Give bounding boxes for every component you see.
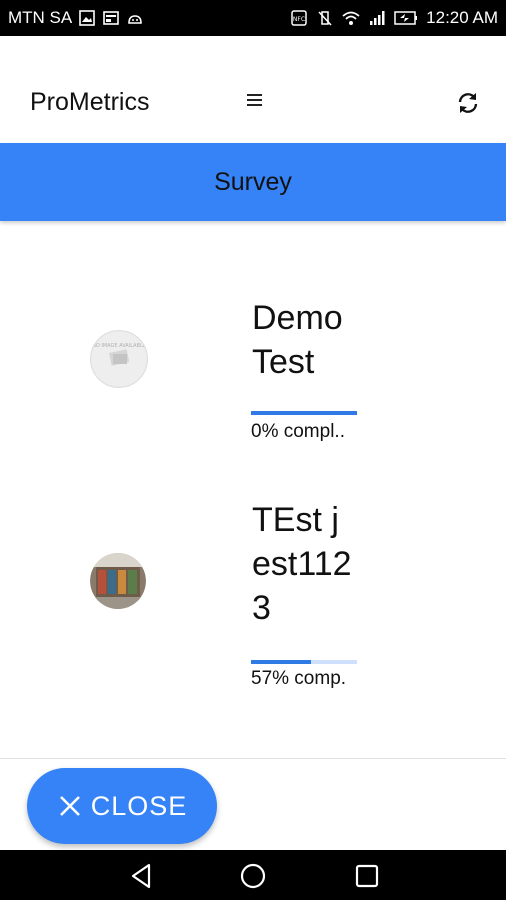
close-button[interactable]: CLOSE xyxy=(27,768,217,844)
vibrate-off-icon xyxy=(316,9,334,27)
wifi-icon xyxy=(342,9,360,27)
home-icon[interactable] xyxy=(239,862,267,890)
status-left: MTN SA xyxy=(8,8,144,28)
survey-name: Demo Test xyxy=(252,299,343,381)
signal-icon xyxy=(368,9,386,27)
app-screen: MTN SA NFC 12:20 AM ProMetrics Survey NO… xyxy=(0,0,506,900)
survey-name: TEst jest1123 xyxy=(252,501,352,627)
progress-label: 0% compl.. xyxy=(251,421,345,442)
battery-icon xyxy=(394,9,418,27)
progress-label: 57% comp. xyxy=(251,668,347,689)
menu-icon[interactable] xyxy=(240,89,268,113)
survey-progress-bar xyxy=(251,660,357,664)
survey-list-item[interactable]: NO IMAGE AVAILABLE Demo Test 0% compl.. xyxy=(0,290,506,460)
svg-text:NFC: NFC xyxy=(293,16,305,23)
banner-title: Survey xyxy=(214,167,292,196)
progress-fill xyxy=(251,660,312,664)
no-image-thumbnail: NO IMAGE AVAILABLE xyxy=(90,330,148,388)
carrier-label: MTN SA xyxy=(8,8,73,27)
survey-banner: Survey xyxy=(0,143,506,221)
close-icon xyxy=(59,796,80,816)
nfc-icon: NFC xyxy=(290,9,308,27)
android-icon xyxy=(126,9,144,27)
app-title: ProMetrics xyxy=(30,88,150,116)
store-photo-thumbnail xyxy=(90,553,146,609)
close-label: CLOSE xyxy=(90,790,188,821)
refresh-icon[interactable] xyxy=(455,90,481,116)
app-header: ProMetrics xyxy=(0,36,506,143)
navigation-bar xyxy=(0,850,506,900)
bottom-bar: CLOSE xyxy=(0,758,506,851)
recents-icon[interactable] xyxy=(353,862,381,890)
survey-list-item[interactable]: TEst jest1123 57% comp. xyxy=(0,498,506,698)
back-icon[interactable] xyxy=(128,862,156,890)
svg-text:NO IMAGE AVAILABLE: NO IMAGE AVAILABLE xyxy=(92,343,146,349)
status-bar: MTN SA NFC 12:20 AM xyxy=(0,0,506,36)
status-right: NFC 12:20 AM xyxy=(290,8,498,28)
clock: 12:20 AM xyxy=(426,8,498,27)
survey-progress-bar xyxy=(251,411,357,415)
gallery-icon xyxy=(78,9,96,27)
news-icon xyxy=(102,9,120,27)
